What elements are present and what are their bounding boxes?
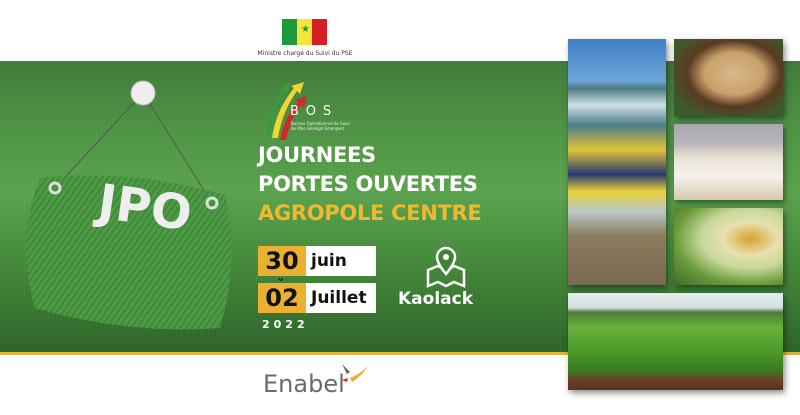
ministry-label: Ministre chargé du Suivi du PSE [257,50,353,57]
title-line3: AGROPOLE CENTRE [258,201,482,225]
location-city: Kaolack [398,289,474,309]
senegal-flag: ★ [282,19,327,45]
map-pin-icon [426,246,466,288]
year: 2022 [262,318,309,331]
enabel-mark [342,364,368,382]
photo-fishing-boat [568,39,666,285]
end-month: Juillet [306,283,376,313]
start-month: juin [306,246,376,276]
photo-crop-field [568,293,783,390]
title-line1: JOURNEES [258,143,376,167]
end-day: 02 [258,283,306,313]
photo-salt-mounds [674,124,783,200]
bos-subtitle: Bureau Opérationnel de Suivi du Plan Sén… [291,121,350,131]
bos-name: BOS [290,104,339,119]
title-line2: PORTES OUVERTES [258,172,478,196]
enabel-logo: Enabel [263,370,345,398]
photo-corn [674,208,783,285]
photo-peanuts [674,39,783,116]
